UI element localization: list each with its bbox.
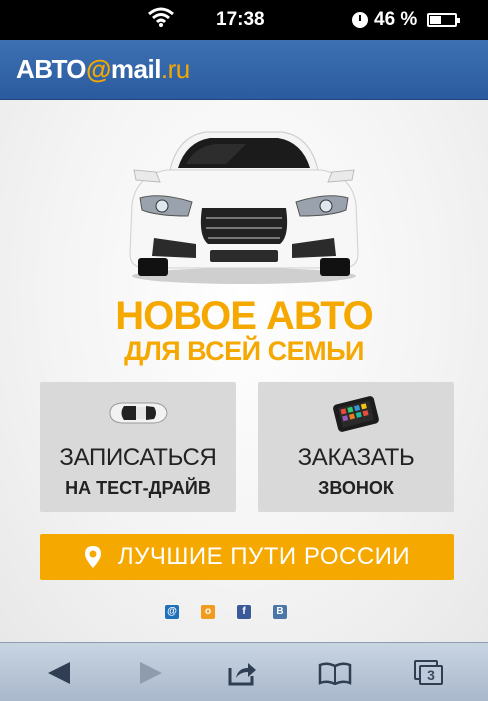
order-callback-button[interactable]: ЗАКАЗАТЬ ЗВОНОК	[258, 382, 454, 512]
tabs-count: 3	[427, 666, 435, 683]
callback-line2: ЗВОНОК	[318, 478, 394, 498]
share-button[interactable]	[218, 643, 268, 701]
social-share-row: @ o f B	[165, 605, 287, 619]
site-header: АВТО@mail.ru	[0, 40, 488, 100]
battery-level	[430, 16, 442, 24]
odnoklassniki-icon[interactable]: o	[201, 605, 215, 619]
battery-icon	[427, 13, 461, 27]
status-time: 17:38	[216, 9, 265, 30]
status-bar: 17:38 46 %	[0, 0, 488, 40]
forward-arrow-icon	[140, 661, 162, 684]
logo-mail-text: mail	[110, 54, 162, 84]
mail-ru-icon[interactable]: @	[165, 605, 179, 619]
car-hero-image	[129, 131, 359, 284]
forward-button[interactable]	[126, 643, 176, 701]
best-roads-label: ЛУЧШИЕ ПУТИ РОССИИ	[117, 543, 411, 570]
logo-avto-text: АВТО	[16, 54, 87, 84]
browser-toolbar: 3	[0, 642, 488, 701]
phone-icon	[333, 396, 379, 432]
tabs-icon: 3	[414, 659, 444, 686]
bookmarks-button[interactable]	[310, 643, 360, 701]
location-pin-icon	[84, 546, 101, 568]
back-arrow-icon	[48, 661, 70, 684]
tabs-button[interactable]: 3	[404, 643, 454, 701]
avto-mail-logo[interactable]: АВТО@mail.ru	[16, 54, 190, 85]
callback-line1: ЗАКАЗАТЬ	[297, 444, 415, 471]
share-icon	[228, 662, 256, 685]
logo-at-text: @	[86, 54, 111, 84]
test-drive-line1: ЗАПИСАТЬСЯ	[59, 444, 217, 471]
promo-content: НОВОЕ АВТО ДЛЯ ВСЕЙ СЕМЬИ ЗАПИСАТЬСЯ НА …	[0, 100, 488, 642]
car-icon	[109, 402, 168, 424]
logo-ru-text: .ru	[160, 54, 190, 84]
battery-percent: 46 %	[374, 9, 418, 30]
headline-new-car: НОВОЕ АВТО	[115, 294, 374, 338]
test-drive-line2: НА ТЕСТ-ДРАЙВ	[65, 478, 211, 498]
facebook-icon[interactable]: f	[237, 605, 251, 619]
vkontakte-icon[interactable]: B	[273, 605, 287, 619]
headline-for-family: ДЛЯ ВСЕЙ СЕМЬИ	[124, 336, 364, 366]
back-button[interactable]	[34, 643, 84, 701]
best-roads-button[interactable]: ЛУЧШИЕ ПУТИ РОССИИ	[40, 534, 454, 580]
book-icon	[318, 661, 352, 685]
wifi-icon	[148, 6, 174, 34]
test-drive-button[interactable]: ЗАПИСАТЬСЯ НА ТЕСТ-ДРАЙВ	[40, 382, 236, 512]
alarm-clock-icon	[352, 12, 368, 28]
battery-status: 46 %	[352, 9, 461, 31]
